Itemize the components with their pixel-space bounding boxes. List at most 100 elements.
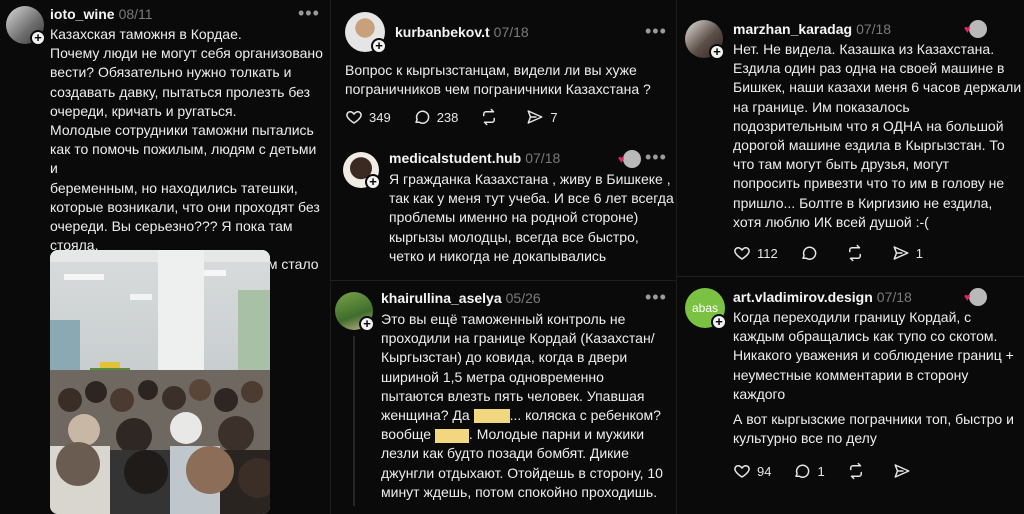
text-line: подозрительным что я ОДНА на большой xyxy=(733,117,1004,134)
text-line: Молодые сотрудники таможни пытались xyxy=(50,122,314,139)
follow-plus-icon[interactable]: + xyxy=(711,314,727,330)
text-line: беременным, но находились татешки, xyxy=(50,179,298,196)
follow-plus-icon[interactable]: + xyxy=(359,316,375,332)
username-text[interactable]: kurbanbekov.t xyxy=(395,24,490,40)
repost-button[interactable] xyxy=(480,108,504,126)
username-text[interactable]: khairullina_aselya xyxy=(381,290,502,306)
more-icon[interactable]: ••• xyxy=(298,4,320,22)
like-button[interactable]: 112 xyxy=(733,244,778,262)
text-line: попросить привезти что то им в голову не xyxy=(733,175,1005,192)
text-line: каждого xyxy=(733,385,786,402)
share-count: 1 xyxy=(915,245,923,261)
reactor-avatar[interactable]: ♥ xyxy=(618,150,641,168)
text-line: четко и никогда не докапывались xyxy=(389,247,607,264)
text-line: Я гражданка Казахстана , живу в Бишкеке … xyxy=(389,171,671,187)
follow-plus-icon[interactable]: + xyxy=(371,38,387,54)
username-text[interactable]: medicalstudent.hub xyxy=(389,150,521,166)
post-art-vladimirov[interactable]: abas + art.vladimirov.design 07/18 ♥ Когд… xyxy=(677,276,1024,514)
username[interactable]: khairullina_aselya 05/26 xyxy=(381,290,541,306)
send-icon xyxy=(893,246,909,260)
action-bar: 349 238 7 xyxy=(345,108,580,126)
like-button[interactable]: 94 xyxy=(733,462,771,480)
post-text: Я гражданка Казахстана , живу в Бишкеке … xyxy=(389,170,675,266)
comment-icon xyxy=(795,464,810,478)
avatar[interactable]: + xyxy=(345,12,387,54)
comment-button[interactable]: 238 xyxy=(413,108,458,126)
text-line: шириной 1,5 метра одновременно xyxy=(381,368,604,385)
more-icon[interactable]: ••• xyxy=(645,22,667,40)
redaction-mark xyxy=(473,409,510,424)
reactor-heart-icon: ♥ xyxy=(964,24,971,36)
text-segment: вообще xyxy=(381,426,432,443)
more-icon[interactable]: ••• xyxy=(645,148,667,166)
text-line: на границе. Им показалось xyxy=(733,98,910,115)
comment-icon xyxy=(414,110,430,124)
text-line: А вот кыргызские пограчники топ, быстро … xyxy=(733,411,1014,427)
text-line: вести? Обязательно нужно толкать и xyxy=(50,64,292,81)
more-icon[interactable]: ••• xyxy=(645,288,667,306)
crowd-photo-image xyxy=(50,250,270,514)
reactor-avatar[interactable]: ♥ xyxy=(964,288,987,306)
text-line: вообще . Молодые парни и мужики xyxy=(381,425,675,444)
username-text[interactable]: ioto_wine xyxy=(50,6,115,22)
post-text: Нет. Не видела. Казашка из Казахстана. Ез… xyxy=(733,40,1023,232)
post-date: 08/11 xyxy=(118,6,153,22)
share-button[interactable] xyxy=(893,462,917,480)
text-line: пограничников чем пограничники Казахстан… xyxy=(345,81,651,98)
follow-plus-icon[interactable]: + xyxy=(365,174,381,190)
text-line: неуместные комментарии в сторону xyxy=(733,366,969,383)
post-medicalstudent[interactable]: + medicalstudent.hub 07/18 ♥ ••• Я гражда… xyxy=(331,140,677,280)
text-line: что там могут быть друзья, могут xyxy=(733,156,950,173)
text-line: пришло... Болтге в Киргизию не ездила, xyxy=(733,194,993,211)
crowd-photo[interactable] xyxy=(50,250,270,514)
text-line: проходили на границе Кордай (Казахстан/ xyxy=(381,330,655,347)
text-line: лезли как будто позади бомбят. Дикие xyxy=(381,445,629,462)
send-icon xyxy=(894,464,910,478)
reactor-heart-icon: ♥ xyxy=(618,154,625,166)
text-line: так как у меня тут учеба. И все 6 лет вс… xyxy=(389,190,674,207)
post-khairullina[interactable]: + khairullina_aselya 05/26 ••• Это вы ещё… xyxy=(331,280,677,514)
post-date: 07/18 xyxy=(876,289,912,305)
repost-button[interactable] xyxy=(847,462,871,480)
username[interactable]: kurbanbekov.t 07/18 xyxy=(395,24,529,40)
text-line: очереди, кричать и ругаться. xyxy=(50,102,237,119)
heart-icon xyxy=(346,110,362,124)
username[interactable]: medicalstudent.hub 07/18 xyxy=(389,150,560,166)
comment-icon xyxy=(801,246,817,260)
username[interactable]: ioto_wine 08/11 xyxy=(50,6,153,22)
text-line: культурно все по делу xyxy=(733,430,877,447)
avatar[interactable]: + xyxy=(343,152,381,190)
repost-button[interactable] xyxy=(846,244,870,262)
comment-button[interactable]: 1 xyxy=(793,462,825,480)
column-3: + marzhan_karadag 07/18 ♥ Нет. Не видела.… xyxy=(676,0,1024,514)
share-button[interactable]: 1 xyxy=(892,244,923,262)
text-line: создавать давку, пытаться пролезть без xyxy=(50,83,311,100)
follow-plus-icon[interactable]: + xyxy=(709,44,725,60)
avatar[interactable]: + xyxy=(6,6,46,46)
text-line: Ездила один раз одна на своей машине в xyxy=(733,60,1005,77)
text-segment: . Молодые парни и мужики xyxy=(468,426,645,443)
avatar[interactable]: abas + xyxy=(685,288,727,330)
post-marzhan[interactable]: + marzhan_karadag 07/18 ♥ Нет. Не видела.… xyxy=(677,0,1024,276)
like-count: 349 xyxy=(369,109,391,125)
username-text[interactable]: marzhan_karadag xyxy=(733,21,852,37)
text-line: Почему люди не могут себя организовано xyxy=(50,45,323,62)
comment-button[interactable] xyxy=(800,244,824,262)
avatar[interactable]: + xyxy=(335,292,375,332)
repost-icon xyxy=(483,108,496,126)
post-kurbanbekov[interactable]: + kurbanbekov.t 07/18 ••• Вопрос к кыргыз… xyxy=(331,0,677,140)
follow-plus-icon[interactable]: + xyxy=(30,30,46,46)
post-text: Когда переходили границу Кордай, с каждым… xyxy=(733,308,1023,404)
heart-icon xyxy=(734,464,750,478)
post-ioto-wine[interactable]: + ioto_wine 08/11 ••• Казахская таможня в… xyxy=(0,0,330,514)
share-button[interactable]: 7 xyxy=(526,108,558,126)
avatar[interactable]: + xyxy=(685,20,725,60)
post-date: 07/18 xyxy=(856,21,892,37)
username[interactable]: marzhan_karadag 07/18 xyxy=(733,21,891,37)
text-line: Никакого уважения и соблюдение границ + xyxy=(733,347,1014,364)
text-line: минут ждешь, потом спокойно проходишь. xyxy=(381,483,658,500)
username-text[interactable]: art.vladimirov.design xyxy=(733,289,873,305)
username[interactable]: art.vladimirov.design 07/18 xyxy=(733,289,912,305)
reactor-avatar[interactable]: ♥ xyxy=(964,20,987,38)
like-button[interactable]: 349 xyxy=(345,108,391,126)
